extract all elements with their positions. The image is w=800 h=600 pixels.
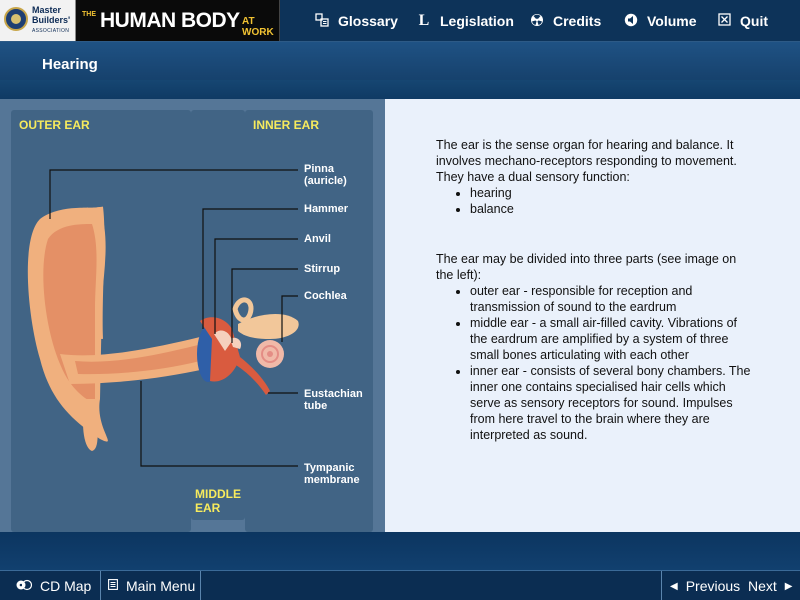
quit-icon: [716, 13, 732, 29]
credits-label: Credits: [553, 13, 602, 29]
credits-icon: [529, 13, 545, 30]
credits-button[interactable]: Credits: [529, 11, 601, 31]
seal-icon: [4, 7, 28, 31]
legislation-label: Legislation: [440, 13, 514, 29]
logo-line1: Master: [32, 5, 62, 15]
logo-line2: Builders': [32, 15, 71, 25]
list-item: outer ear - responsible for reception an…: [470, 283, 756, 315]
next-button[interactable]: Next ▶: [748, 571, 793, 600]
bottom-bar: CD Map Main Menu ◀ Previous Next ▶: [0, 570, 800, 600]
title-suffix: AT WORK: [242, 16, 274, 38]
cochlea-callout: Cochlea: [304, 290, 347, 302]
volume-icon: [623, 13, 639, 30]
parts-list: outer ear - responsible for reception an…: [470, 283, 756, 443]
glossary-icon: [314, 12, 330, 30]
arrow-left-icon: ◀: [670, 580, 678, 592]
legislation-button[interactable]: L Legislation: [416, 11, 514, 31]
volume-button[interactable]: Volume: [623, 11, 697, 31]
app-title: THE HUMAN BODY AT WORK: [76, 0, 280, 41]
master-builders-logo: Master Builders' ASSOCIATION: [0, 0, 76, 41]
parts-paragraph: The ear may be divided into three parts …: [436, 252, 737, 282]
menu-icon: [108, 579, 118, 593]
list-item: middle ear - a small air-filled cavity. …: [470, 315, 756, 363]
section-header: Hearing: [0, 42, 800, 99]
pinna-callout: Pinna (auricle): [304, 163, 347, 187]
content-text: The ear is the sense organ for hearing a…: [436, 137, 756, 443]
list-item: balance: [470, 201, 756, 217]
tympanic-callout: Tympanic membrane: [304, 462, 360, 486]
list-item: hearing: [470, 185, 756, 201]
main-menu-label: Main Menu: [126, 578, 196, 594]
stirrup-callout: Stirrup: [304, 263, 341, 275]
volume-label: Volume: [647, 13, 697, 29]
anvil-callout: Anvil: [304, 233, 331, 245]
arrow-right-icon: ▶: [784, 580, 793, 592]
function-list: hearing balance: [470, 185, 756, 217]
cd-map-button[interactable]: CD Map: [16, 571, 91, 600]
list-item: inner ear - consists of several bony cha…: [470, 363, 756, 443]
logo-association: ASSOCIATION: [32, 28, 70, 34]
page-title: Hearing: [42, 56, 98, 73]
legislation-icon: L: [418, 12, 430, 29]
quit-button[interactable]: Quit: [716, 11, 768, 31]
title-prefix: THE: [82, 11, 96, 18]
hammer-callout: Hammer: [304, 203, 349, 215]
intro-paragraph: The ear is the sense organ for hearing a…: [436, 138, 737, 184]
title-main: HUMAN BODY: [100, 9, 240, 32]
main-menu-button[interactable]: Main Menu: [108, 571, 195, 600]
top-bar: Master Builders' ASSOCIATION THE HUMAN B…: [0, 0, 800, 42]
cd-map-icon: [16, 579, 33, 594]
previous-button[interactable]: ◀ Previous: [670, 571, 740, 600]
glossary-button[interactable]: Glossary: [314, 11, 398, 31]
content-panel: The ear is the sense organ for hearing a…: [385, 99, 800, 532]
next-label: Next: [748, 578, 777, 594]
glossary-label: Glossary: [338, 13, 398, 29]
eustachian-callout: Eustachian tube: [304, 388, 363, 412]
quit-label: Quit: [740, 13, 768, 29]
cd-map-label: CD Map: [40, 578, 92, 594]
ear-diagram: OUTER EAR INNER EAR MIDDLE EAR Pinna (au…: [0, 99, 385, 532]
previous-label: Previous: [685, 578, 741, 594]
